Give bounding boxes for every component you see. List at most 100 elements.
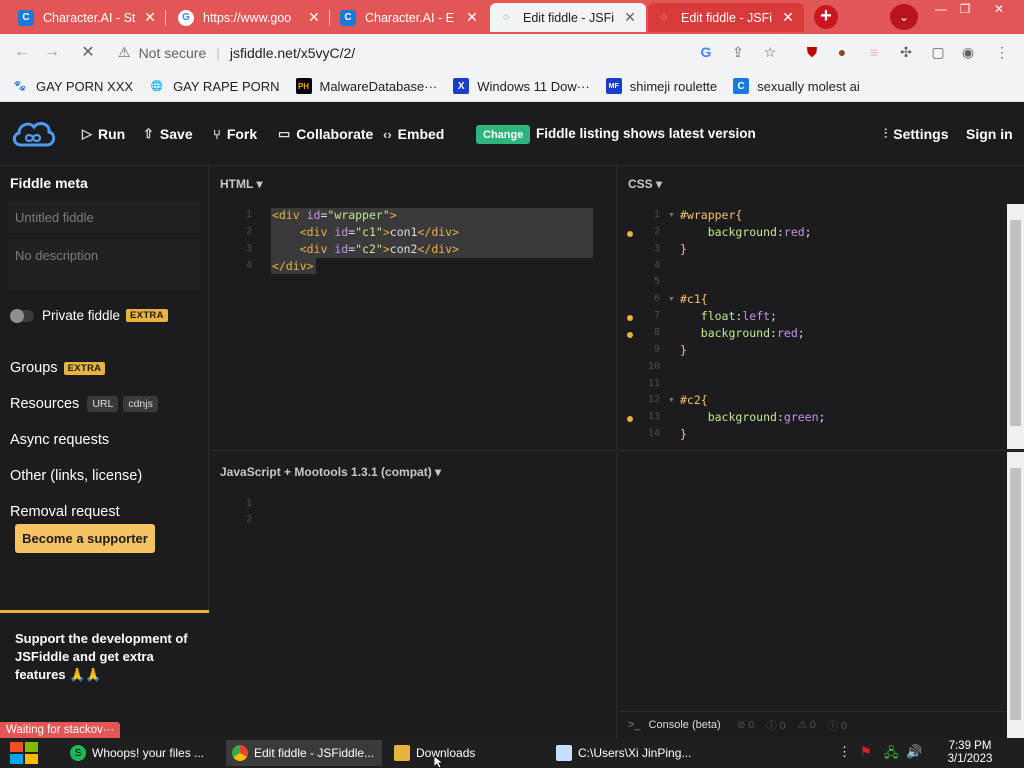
tab-jsfiddle-2[interactable]: ◌ Edit fiddle - JSFi ✕ — [648, 3, 804, 32]
close-tab-icon[interactable]: ✕ — [464, 9, 480, 26]
taskbar-item-notepad[interactable]: C:\Users\Xi JinPing... — [550, 740, 706, 766]
lint-warning-icon[interactable] — [627, 230, 633, 237]
tab-search-button[interactable]: ⌄ — [890, 4, 918, 30]
bookmark-6[interactable]: C sexually molest ai — [733, 78, 860, 94]
close-tab-icon[interactable]: ✕ — [306, 9, 322, 26]
code-token: red — [776, 325, 798, 340]
js-panel[interactable]: JavaScript + Mootools 1.3.1 (compat) ▾ — [210, 452, 617, 738]
windows-logo-icon — [10, 742, 38, 764]
taskbar-item-spotify[interactable]: S Whoops! your files ... — [64, 740, 220, 766]
tab-character-ai-2[interactable]: C Character.AI - E ✕ — [332, 3, 488, 32]
close-tab-icon[interactable]: ✕ — [780, 9, 796, 26]
tab-title: Character.AI - St — [43, 10, 136, 25]
result-scrollbar[interactable] — [1007, 452, 1024, 738]
result-scrollbar-thumb[interactable] — [1010, 468, 1021, 720]
bookmark-5[interactable]: MF shimeji roulette — [605, 78, 717, 94]
network-icon[interactable]: 🖧 — [884, 744, 899, 766]
private-fiddle-toggle[interactable]: Private fiddle EXTRA — [10, 308, 168, 323]
sidebar-item-removal[interactable]: Removal request — [10, 504, 120, 520]
fold-arrow-icon[interactable]: ▼ — [668, 296, 675, 303]
menu-kebab-icon[interactable]: ⋮ — [992, 42, 1012, 62]
css-scrollbar-thumb[interactable] — [1010, 220, 1021, 426]
js-panel-label[interactable]: JavaScript + Mootools 1.3.1 (compat) ▾ — [220, 465, 441, 479]
embed-button[interactable]: ‹› Embed — [383, 126, 444, 142]
become-supporter-button[interactable]: Become a supporter — [15, 524, 155, 553]
tray-kebab-icon[interactable]: ⋮ — [838, 744, 851, 760]
fold-arrow-icon[interactable]: ▼ — [668, 212, 675, 219]
clock[interactable]: 7:39 PM 3/1/2023 — [938, 740, 1002, 766]
code-token: } — [680, 241, 687, 256]
sidebar-item-resources[interactable]: Resources URL cdnjs — [10, 396, 158, 412]
arrow-right-icon: → — [44, 43, 60, 60]
bookmark-3[interactable]: PH MalwareDatabase··· — [295, 78, 437, 94]
profile-icon[interactable]: ◉ — [958, 42, 978, 62]
toggle-switch[interactable] — [10, 308, 34, 323]
collaborate-button[interactable]: ▭ Collaborate — [278, 126, 373, 142]
url-badge[interactable]: URL — [87, 396, 119, 412]
close-tab-icon[interactable]: ✕ — [622, 9, 638, 26]
new-tab-button[interactable]: + — [812, 5, 840, 29]
html-panel-label[interactable]: HTML ▾ — [220, 177, 262, 191]
sidebar-item-async[interactable]: Async requests — [10, 432, 109, 448]
save-button[interactable]: ⇧ Save — [143, 126, 193, 142]
volume-icon[interactable]: 🔊 — [906, 744, 922, 760]
close-window-button[interactable]: ✕ — [984, 0, 1014, 18]
fiddle-description-input[interactable]: No description — [8, 239, 200, 291]
fiddle-title-input[interactable]: Untitled fiddle — [8, 201, 200, 233]
forward-button[interactable]: → — [38, 38, 66, 66]
sidebar-item-groups[interactable]: Groups EXTRA — [10, 360, 106, 376]
bookmark-4[interactable]: X Windows 11 Dow··· — [453, 78, 590, 94]
ublock-icon[interactable]: ⛊ — [802, 42, 822, 62]
run-button[interactable]: ▷ Run — [82, 126, 125, 142]
bookmark-1[interactable]: 🐾 GAY PORN XXX — [12, 78, 133, 94]
bookmarks-bar: 🐾 GAY PORN XXX 🌐 GAY RAPE PORN PH Malwar… — [0, 71, 1024, 102]
line-number: 9 — [653, 343, 660, 355]
tab-jsfiddle-active[interactable]: ◌ Edit fiddle - JSFi ✕ — [490, 3, 646, 32]
bookmark-label: Windows 11 Dow··· — [477, 78, 590, 94]
close-tab-icon[interactable]: ✕ — [142, 9, 158, 26]
extension-flag-icon[interactable]: ≡ — [864, 42, 884, 62]
tab-character-ai-1[interactable]: C Character.AI - St ✕ — [10, 3, 166, 32]
google-lens-icon[interactable]: G — [696, 42, 716, 62]
taskbar-item-downloads[interactable]: Downloads — [388, 740, 544, 766]
css-panel[interactable]: CSS ▾ — [618, 166, 1024, 451]
line-number: 2 — [245, 514, 252, 525]
result-panel[interactable] — [618, 452, 1007, 711]
stop-button[interactable]: ✕ — [74, 38, 102, 66]
bookmark-label: sexually molest ai — [757, 78, 860, 94]
tab-google[interactable]: G https://www.goo ✕ — [170, 3, 330, 32]
sidepanel-icon[interactable]: ▢ — [928, 42, 948, 62]
css-panel-label[interactable]: CSS ▾ — [628, 177, 662, 191]
back-button[interactable]: ← — [8, 38, 36, 66]
lint-warning-icon[interactable] — [627, 331, 633, 338]
sidebar-item-other[interactable]: Other (links, license) — [10, 468, 142, 484]
line-number: 5 — [653, 276, 660, 288]
sign-in-button[interactable]: Sign in — [966, 126, 1013, 142]
flag-icon[interactable]: ⚑ — [860, 744, 872, 760]
fold-arrow-icon[interactable]: ▼ — [668, 397, 675, 404]
cdnjs-badge[interactable]: cdnjs — [123, 396, 158, 412]
start-button[interactable] — [0, 738, 48, 768]
resources-label: Resources — [10, 396, 80, 412]
star-icon[interactable]: ☆ — [760, 42, 780, 62]
settings-button[interactable]: ⫶ Settings — [884, 126, 948, 142]
code-token: left — [742, 309, 771, 324]
line-number: 4 — [245, 260, 252, 271]
share-icon[interactable]: ⇪ — [728, 42, 748, 62]
jsfiddle-logo-icon[interactable] — [10, 117, 56, 151]
code-token: background — [700, 325, 771, 340]
fork-button[interactable]: ⑂ Fork — [213, 126, 257, 142]
console-bar[interactable]: >_ Console (beta) ⊘ 0 ⓘ 0 ⚠ 0 ⓘ 0 — [618, 711, 1006, 738]
puzzle-icon[interactable]: ✣ — [896, 42, 916, 62]
save-label: Save — [159, 126, 193, 142]
omnibox[interactable]: ⚠ Not secure | jsfiddle.net/x5vyC/2/ — [108, 38, 788, 67]
extension-avatar-icon[interactable]: ● — [832, 42, 852, 62]
code-token: ; — [818, 410, 826, 425]
taskbar-item-chrome[interactable]: Edit fiddle - JSFiddle... — [226, 740, 382, 766]
css-scrollbar[interactable] — [1007, 204, 1024, 449]
change-button[interactable]: Change — [476, 125, 531, 144]
line-number: 3 — [245, 243, 252, 254]
bookmark-2[interactable]: 🌐 GAY RAPE PORN — [149, 78, 280, 94]
code-token: > — [382, 242, 390, 256]
restore-button[interactable]: ❐ — [950, 0, 980, 18]
